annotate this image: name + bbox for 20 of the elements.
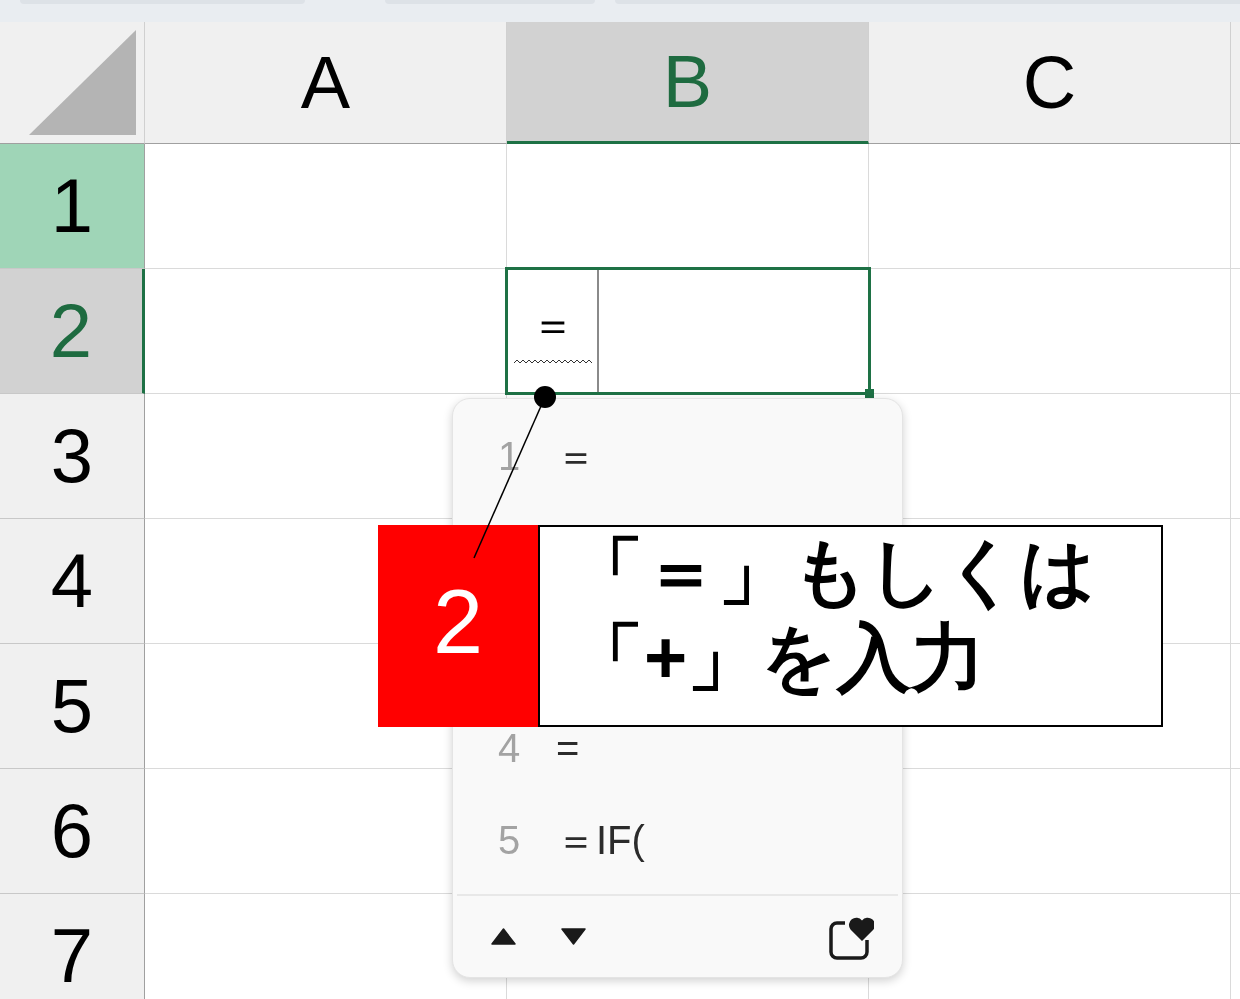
active-cell[interactable]: ＝	[505, 267, 871, 395]
column-header[interactable]: C	[869, 22, 1231, 144]
row-header[interactable]: 3	[0, 394, 145, 519]
cell-input-text: ＝	[530, 303, 575, 347]
step-number: 2	[378, 525, 538, 727]
row-header[interactable]: 7	[0, 894, 145, 999]
candidate-item[interactable]: 1 ＝	[453, 438, 902, 474]
row-header[interactable]: 2	[0, 269, 145, 394]
row-header[interactable]: 5	[0, 644, 145, 769]
row-header[interactable]: 1	[0, 144, 145, 269]
cell-grid[interactable]: ＝ 1 ＝ 4 = 5 ＝IF( 2 「＝」もしくは 「+」を入力	[145, 144, 1240, 999]
column-header[interactable]: B	[507, 22, 869, 144]
row-header[interactable]: 4	[0, 519, 145, 644]
column-header[interactable]: A	[145, 22, 507, 144]
fill-handle[interactable]	[865, 389, 874, 398]
row-header[interactable]: 6	[0, 769, 145, 894]
callout-text: 「＝」もしくは 「+」を入力	[570, 529, 1096, 701]
down-triangle-icon[interactable]	[561, 928, 586, 945]
up-triangle-icon[interactable]	[491, 928, 516, 945]
candidate-item[interactable]: 4 =	[453, 730, 902, 766]
